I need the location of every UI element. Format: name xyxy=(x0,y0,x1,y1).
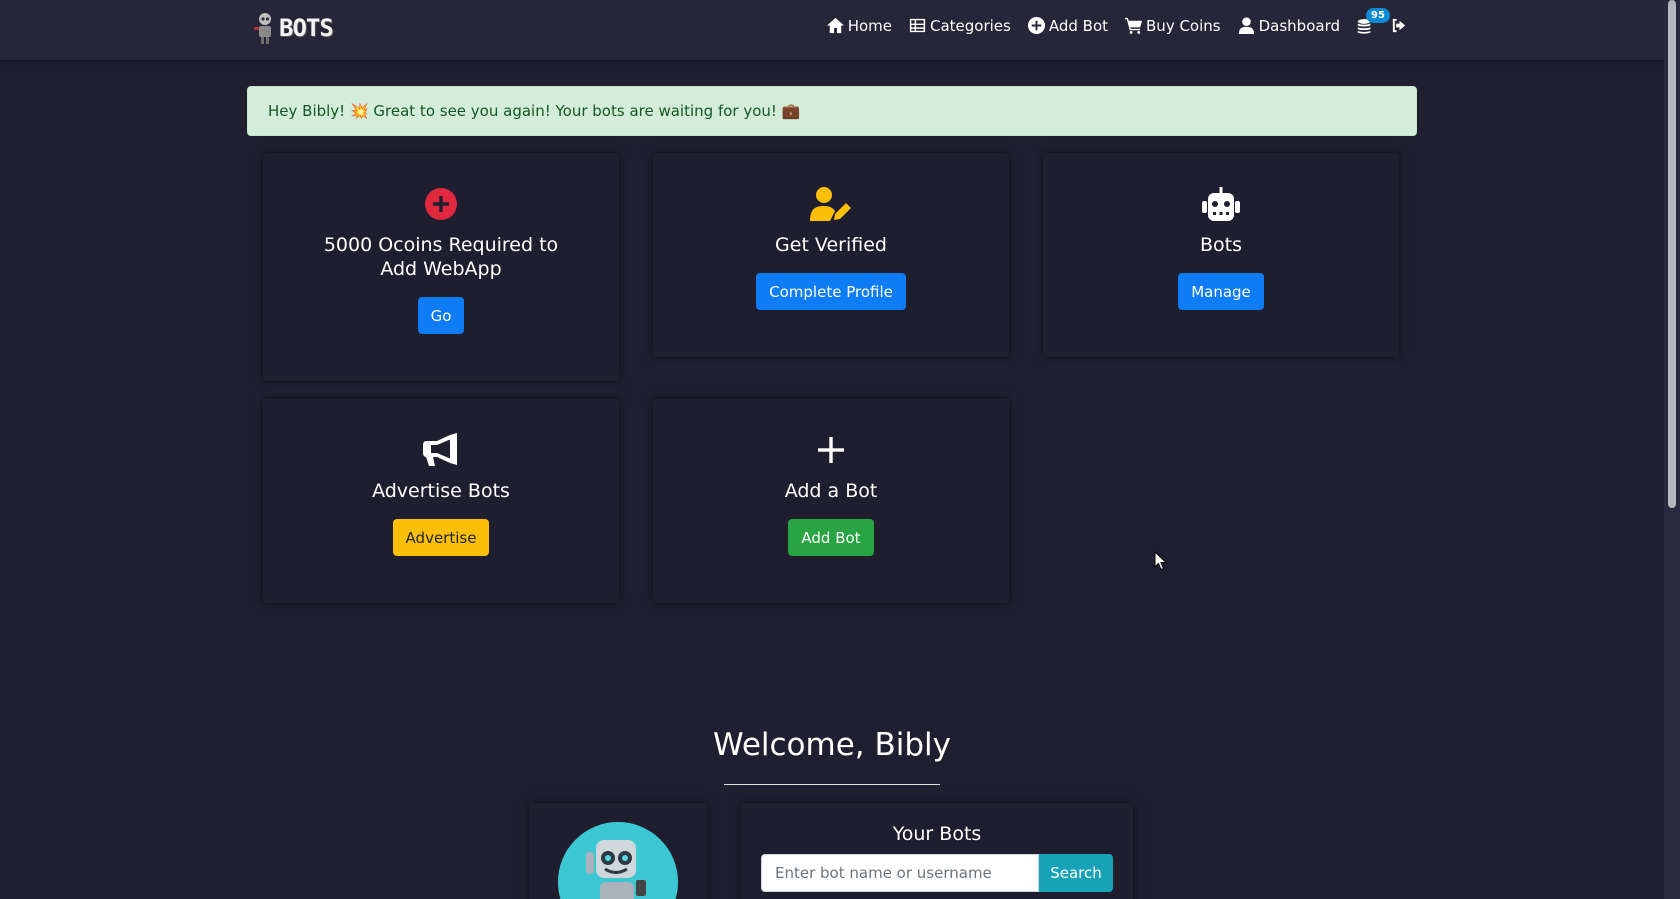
verify-card: Get Verified Complete Profile xyxy=(653,153,1009,357)
table-list-icon xyxy=(909,18,926,33)
nav-home[interactable]: Home xyxy=(826,16,892,35)
nav-add-bot[interactable]: Add Bot xyxy=(1027,16,1108,35)
cart-icon xyxy=(1124,17,1143,34)
alert-message: Hey Bibly! 💥 Great to see you again! You… xyxy=(268,102,801,120)
your-bots-title: Your Bots xyxy=(892,823,982,845)
nav-add-bot-label: Add Bot xyxy=(1048,16,1109,35)
nav-dashboard[interactable]: Dashboard xyxy=(1237,16,1340,35)
ocoins-card: 5000 Ocoins Required to Add WebApp Go xyxy=(263,153,619,381)
bots-card: Bots Manage xyxy=(1043,153,1399,357)
nav-coins[interactable]: 95 xyxy=(1356,7,1390,35)
plus-icon xyxy=(817,433,845,467)
welcome-heading: Welcome, Bibly xyxy=(712,727,952,763)
robot-mascot-icon xyxy=(254,13,271,44)
nav-dashboard-label: Dashboard xyxy=(1258,16,1340,35)
ocoins-title: 5000 Ocoins Required to Add WebApp xyxy=(323,234,559,280)
page: BOTS Home Categories Add Bot Buy Coins D… xyxy=(0,0,1680,899)
nav-home-label: Home xyxy=(847,16,892,35)
user-edit-icon xyxy=(810,187,852,221)
bot-search-input[interactable] xyxy=(761,854,1039,892)
nav-categories-label: Categories xyxy=(929,16,1011,35)
plus-circle-icon xyxy=(1027,16,1045,35)
page-scrollbar[interactable] xyxy=(1664,0,1680,899)
search-button[interactable]: Search xyxy=(1039,854,1113,892)
your-bots-card: Your Bots Search xyxy=(741,803,1133,899)
avatar[interactable] xyxy=(558,822,678,899)
add-bot-button[interactable]: Add Bot xyxy=(788,519,874,556)
brand-name: BOTS xyxy=(279,14,334,42)
advertise-card: Advertise Bots Advertise xyxy=(263,399,619,603)
logout-icon xyxy=(1392,18,1406,33)
nav-links: Home Categories Add Bot Buy Coins Dashbo… xyxy=(826,7,1409,35)
brand-logo[interactable]: BOTS xyxy=(252,10,334,46)
complete-profile-button[interactable]: Complete Profile xyxy=(756,273,906,310)
megaphone-icon xyxy=(423,433,459,467)
add-bot-title: Add a Bot xyxy=(784,480,878,502)
plus-circle-icon xyxy=(425,187,457,221)
mouse-cursor-icon xyxy=(1154,551,1168,571)
nav-buy-coins-label: Buy Coins xyxy=(1146,16,1221,35)
profile-card xyxy=(529,803,707,899)
go-button[interactable]: Go xyxy=(417,297,465,334)
home-icon xyxy=(826,17,844,34)
top-navbar: BOTS Home Categories Add Bot Buy Coins D… xyxy=(0,0,1664,60)
heading-underline xyxy=(724,784,940,785)
coin-count-badge: 95 xyxy=(1366,7,1390,23)
scrollbar-thumb[interactable] xyxy=(1668,0,1676,508)
advertise-title: Advertise Bots xyxy=(372,480,510,502)
bots-title: Bots xyxy=(1199,234,1242,256)
nav-categories[interactable]: Categories xyxy=(908,16,1011,35)
manage-button[interactable]: Manage xyxy=(1178,273,1264,310)
advertise-button[interactable]: Advertise xyxy=(392,519,490,556)
add-bot-card: Add a Bot Add Bot xyxy=(653,399,1009,603)
nav-logout[interactable] xyxy=(1390,16,1409,35)
user-icon xyxy=(1238,17,1254,35)
verify-title: Get Verified xyxy=(775,234,887,256)
robot-avatar-icon xyxy=(558,822,678,899)
nav-buy-coins[interactable]: Buy Coins xyxy=(1124,16,1221,35)
robot-icon xyxy=(1200,187,1242,221)
welcome-alert: Hey Bibly! 💥 Great to see you again! You… xyxy=(247,86,1417,136)
